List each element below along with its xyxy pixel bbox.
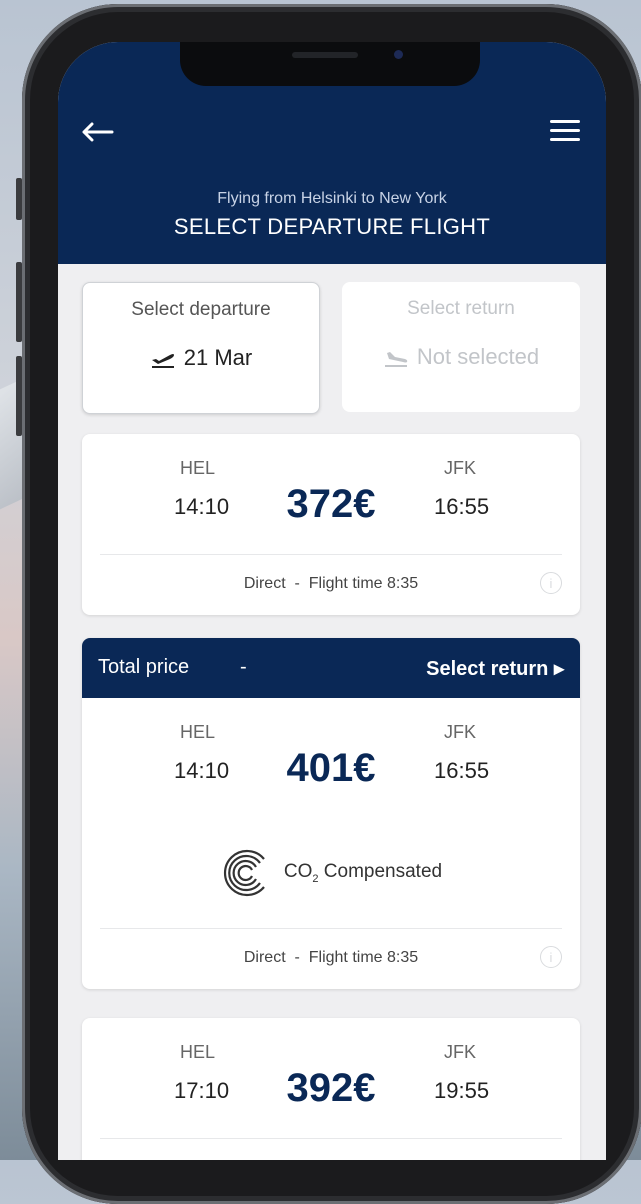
takeoff-icon [151, 354, 174, 368]
departure-tab-label: Select departure [131, 299, 271, 320]
front-camera [394, 50, 403, 59]
select-return-button[interactable]: Select return ▸ [426, 656, 564, 681]
flight-info-text: Direct - Flight time 8:35 [243, 949, 419, 966]
flight-price: 372€ [286, 482, 376, 526]
selected-flight-card[interactable]: Total price - Select return ▸ HEL JFK 14… [82, 638, 580, 989]
total-price-label: Total price [98, 656, 190, 678]
co2-label: CO2 Compensated [283, 861, 443, 885]
flight-summary: HEL JFK 14:10 16:55 401€ [82, 698, 580, 818]
return-date-value: Not selected [416, 344, 540, 369]
speaker-grille [292, 52, 358, 58]
departure-airport: HEL [180, 722, 216, 742]
flight-info-text: Direct - Flight time 8:35 [243, 575, 419, 592]
departure-airport: HEL [180, 458, 216, 478]
co2-compensation-icon [223, 849, 265, 897]
co2-compensated-badge: CO2 Compensated [82, 818, 580, 928]
flight-summary: HEL JFK 17:10 19:55 392€ [82, 1018, 580, 1138]
flight-info-row: Direct - Flight time 8:35 i [82, 555, 580, 615]
departure-airport: HEL [180, 1042, 216, 1062]
flight-price: 392€ [286, 1066, 376, 1110]
page-title: SELECT DEPARTURE FLIGHT [173, 214, 491, 239]
return-tab-label: Select return [407, 298, 515, 319]
landing-icon [384, 352, 408, 367]
departure-date-value: 21 Mar [183, 345, 253, 370]
info-icon[interactable]: i [540, 946, 562, 968]
phone-mute-switch [16, 178, 22, 220]
departure-date-tab[interactable]: Select departure 21 Mar [82, 282, 320, 414]
back-arrow-icon[interactable] [80, 120, 114, 144]
flight-price: 401€ [286, 746, 376, 790]
flight-card[interactable]: HEL JFK 17:10 19:55 392€ [82, 1018, 580, 1160]
total-price-value: - [240, 656, 247, 678]
flight-info-row: Direct - Flight time 8:35 i [82, 929, 580, 989]
arrival-airport: JFK [444, 722, 477, 742]
arrival-airport: JFK [444, 1042, 477, 1062]
phone-notch [180, 42, 480, 86]
phone-volume-up [16, 262, 22, 342]
hamburger-menu-icon[interactable] [550, 120, 580, 144]
divider [100, 1138, 562, 1139]
phone-screen: Flying from Helsinki to New York SELECT … [58, 42, 606, 1160]
flight-card[interactable]: HEL JFK 14:10 16:55 372€ Direct - Flight… [82, 434, 580, 615]
selection-bar: Total price - Select return ▸ [82, 638, 580, 698]
phone-volume-down [16, 356, 22, 436]
route-subtitle: Flying from Helsinki to New York [217, 190, 447, 207]
info-icon[interactable]: i [540, 572, 562, 594]
return-date-tab[interactable]: Select return Not selected [342, 282, 580, 412]
arrival-airport: JFK [444, 458, 477, 478]
flight-summary: HEL JFK 14:10 16:55 372€ [82, 434, 580, 554]
